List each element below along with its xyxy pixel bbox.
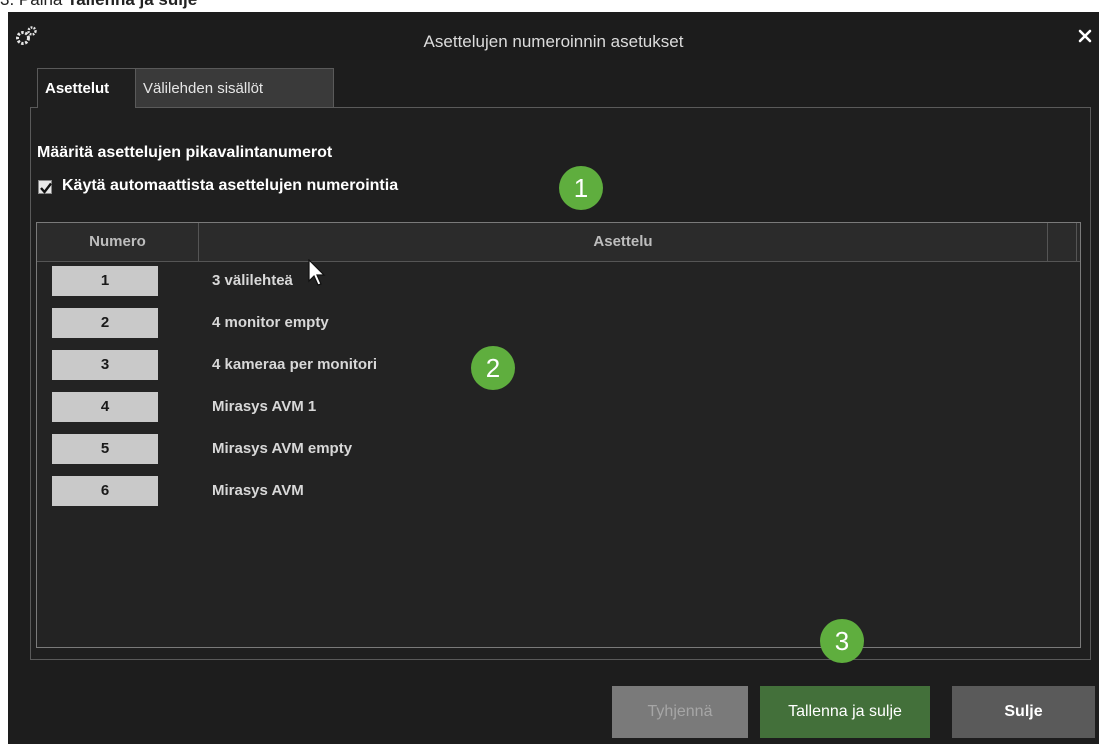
instruction-bold: Tallenna ja sulje — [67, 0, 197, 9]
number-button[interactable]: 3 — [52, 350, 158, 380]
callout-badge-3: 3 — [820, 619, 864, 663]
section-title: Määritä asettelujen pikavalintanumerot — [37, 144, 333, 161]
layout-table: Numero Asettelu 1 3 välilehteä 2 4 monit… — [36, 222, 1081, 648]
layout-name: 3 välilehteä — [212, 272, 293, 289]
column-header-extra — [1048, 223, 1077, 261]
column-header-numero[interactable]: Numero — [37, 223, 199, 261]
clear-button[interactable]: Tyhjennä — [612, 686, 748, 738]
instruction-step: 3. Paina Tallenna ja sulje — [0, 0, 197, 10]
number-button[interactable]: 4 — [52, 392, 158, 422]
number-button[interactable]: 5 — [52, 434, 158, 464]
column-header-asettelu[interactable]: Asettelu — [199, 223, 1048, 261]
number-button[interactable]: 1 — [52, 266, 158, 296]
tab-valilehden-sisallot[interactable]: Välilehden sisällöt — [136, 68, 334, 108]
tab-asettelut[interactable]: Asettelut — [37, 68, 136, 108]
number-button[interactable]: 6 — [52, 476, 158, 506]
auto-numbering-label: Käytä automaattista asettelujen numeroin… — [62, 177, 399, 194]
auto-numbering-checkbox[interactable] — [38, 180, 52, 194]
layout-name: Mirasys AVM — [212, 482, 304, 499]
settings-dialog: Asettelujen numeroinnin asetukset Asette… — [8, 12, 1099, 744]
dialog-title: Asettelujen numeroinnin asetukset — [423, 32, 684, 51]
close-icon[interactable] — [1077, 28, 1093, 44]
save-and-close-button[interactable]: Tallenna ja sulje — [760, 686, 930, 738]
mouse-pointer-icon — [308, 259, 326, 286]
layout-name: Mirasys AVM 1 — [212, 398, 317, 415]
layout-name: 4 monitor empty — [212, 314, 329, 331]
table-header: Numero Asettelu — [37, 223, 1080, 262]
instruction-prefix: 3. Paina — [0, 0, 67, 9]
title-bar: Asettelujen numeroinnin asetukset — [8, 12, 1099, 60]
close-button[interactable]: Sulje — [952, 686, 1095, 738]
layout-name: 4 kameraa per monitori — [212, 356, 378, 373]
callout-badge-2: 2 — [471, 346, 515, 390]
checkmark-icon — [40, 182, 52, 194]
callout-badge-1: 1 — [559, 166, 603, 210]
layout-name: Mirasys AVM empty — [212, 440, 353, 457]
number-button[interactable]: 2 — [52, 308, 158, 338]
